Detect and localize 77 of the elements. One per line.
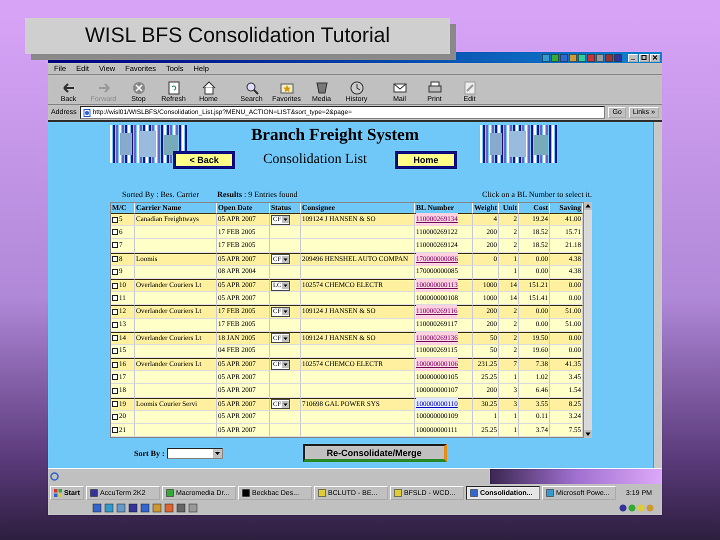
close-icon bbox=[652, 55, 658, 60]
history-icon bbox=[350, 81, 364, 95]
mail-icon bbox=[392, 81, 406, 95]
page-icon bbox=[82, 108, 91, 116]
slide-title: WISL BFS Consolidation Tutorial bbox=[25, 18, 450, 54]
dropdown-arrow-icon bbox=[282, 334, 289, 342]
row-checkbox[interactable] bbox=[112, 401, 118, 408]
favorites-icon bbox=[280, 81, 294, 95]
row-checkbox[interactable] bbox=[112, 216, 118, 223]
dropdown-arrow-icon bbox=[282, 400, 289, 408]
dropdown-arrow-icon bbox=[282, 282, 290, 290]
dropdown-arrow-icon bbox=[282, 256, 289, 263]
back-arrow-icon bbox=[62, 81, 76, 95]
app-icon bbox=[242, 489, 250, 497]
maximize-icon bbox=[641, 55, 647, 60]
table-cell bbox=[270, 266, 301, 279]
dropdown-arrow-icon bbox=[282, 308, 289, 316]
media-icon bbox=[314, 81, 328, 95]
home-button[interactable]: Home bbox=[394, 151, 457, 169]
app-icon bbox=[90, 489, 98, 497]
table-cell bbox=[270, 318, 301, 332]
app-icon bbox=[546, 489, 554, 497]
merge-button[interactable]: Re-Consolidate/Merge bbox=[302, 444, 447, 462]
table-cell bbox=[270, 384, 301, 398]
table-scrollbar[interactable] bbox=[584, 202, 592, 438]
row-checkbox[interactable] bbox=[112, 362, 118, 368]
app-icon bbox=[470, 489, 478, 497]
results-count: Results : 9 Entries found bbox=[217, 190, 298, 199]
sort-info: Sorted By : Bes. Carrier bbox=[122, 190, 200, 199]
scroll-up-icon bbox=[584, 202, 592, 210]
app-icon bbox=[318, 489, 326, 497]
back-button[interactable]: < Back bbox=[173, 151, 236, 169]
page-heading: Branch Freight System bbox=[251, 125, 419, 145]
table-cell bbox=[270, 371, 301, 384]
row-checkbox[interactable] bbox=[112, 268, 118, 275]
row-checkbox[interactable] bbox=[112, 388, 118, 394]
table-cell bbox=[270, 344, 301, 358]
close-button[interactable] bbox=[650, 54, 660, 62]
row-checkbox[interactable] bbox=[112, 295, 118, 302]
refresh-icon bbox=[166, 81, 180, 95]
row-checkbox[interactable] bbox=[112, 414, 118, 420]
row-checkbox[interactable] bbox=[112, 374, 118, 380]
printer-icon bbox=[428, 81, 442, 95]
row-checkbox[interactable] bbox=[112, 348, 118, 354]
row-checkbox[interactable] bbox=[112, 229, 118, 236]
row-checkbox[interactable] bbox=[112, 256, 118, 262]
table-cell bbox=[270, 424, 301, 438]
table-cell bbox=[270, 226, 301, 240]
scrollbar[interactable] bbox=[653, 122, 662, 468]
scroll-down-icon bbox=[584, 430, 592, 438]
minimize-button[interactable] bbox=[628, 54, 638, 62]
row-checkbox[interactable] bbox=[112, 427, 118, 434]
app-icon bbox=[166, 489, 174, 497]
home-icon bbox=[202, 81, 216, 95]
row-checkbox[interactable] bbox=[112, 322, 118, 328]
row-checkbox[interactable] bbox=[112, 242, 118, 248]
page-subheading: Consolidation List bbox=[263, 152, 367, 168]
stop-icon bbox=[132, 81, 146, 95]
app-icon bbox=[394, 489, 402, 497]
hint-text: Click on a BL Number to select it. bbox=[482, 190, 592, 199]
sort-label: Sort By : bbox=[134, 448, 165, 458]
row-checkbox[interactable] bbox=[112, 308, 118, 315]
table-cell bbox=[270, 239, 301, 253]
windows-logo-icon bbox=[54, 489, 62, 497]
table-cell bbox=[473, 266, 499, 279]
row-checkbox[interactable] bbox=[112, 282, 118, 289]
table-cell bbox=[270, 410, 301, 424]
dropdown-arrow-icon bbox=[282, 361, 289, 368]
dropdown-arrow-icon bbox=[212, 448, 222, 458]
maximize-button[interactable] bbox=[639, 54, 649, 62]
sort-dropdown[interactable] bbox=[166, 448, 223, 459]
edit-icon bbox=[462, 81, 476, 95]
row-checkbox[interactable] bbox=[112, 335, 118, 342]
search-icon bbox=[244, 81, 258, 95]
forward-arrow-icon bbox=[96, 81, 110, 95]
table-cell bbox=[270, 292, 301, 306]
dropdown-arrow-icon bbox=[282, 216, 289, 224]
